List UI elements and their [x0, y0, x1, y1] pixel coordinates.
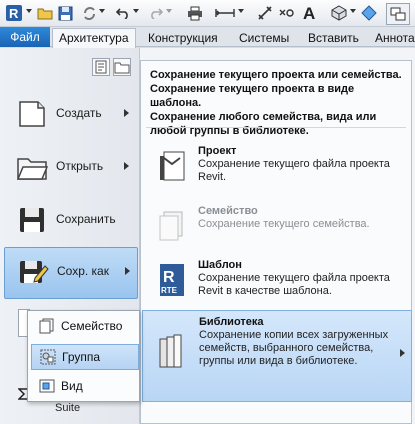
- text-annotation-icon[interactable]: [278, 4, 296, 22]
- menu-item-label: Открыть: [56, 159, 104, 173]
- option-description: Сохранение текущего семейства.: [198, 218, 370, 230]
- submenu-arrow-icon: [125, 267, 130, 275]
- option-title: Проект: [198, 145, 237, 157]
- svg-text:R: R: [163, 269, 175, 286]
- option-title: Библиотека: [199, 316, 264, 328]
- section-icon[interactable]: [360, 4, 378, 22]
- menu-item-save-as[interactable]: Сохр. как: [4, 247, 138, 299]
- tab-annotate[interactable]: Аннота: [369, 29, 415, 47]
- redo-icon[interactable]: [146, 4, 164, 22]
- undo-dropdown-icon[interactable]: [133, 9, 139, 13]
- svg-text:A: A: [303, 5, 315, 21]
- switch-windows-icon[interactable]: [386, 3, 410, 25]
- flyout-item-label: Группа: [62, 350, 101, 364]
- undo-icon[interactable]: [114, 4, 132, 22]
- print-icon[interactable]: [186, 4, 204, 22]
- save-as-template-option[interactable]: R RTE Шаблон Сохранение текущего файла п…: [142, 254, 410, 316]
- menu-item-label: Создать: [56, 106, 102, 120]
- flyout-item-label: Вид: [61, 379, 83, 393]
- menu-item-label: Сохранить: [56, 212, 116, 226]
- option-title: Шаблон: [198, 259, 242, 271]
- save-to-library-flyout: Семейство Группа Вид: [27, 310, 140, 402]
- template-icon: R RTE: [156, 262, 188, 298]
- flyout-item-group[interactable]: Группа: [31, 344, 139, 370]
- sync-dropdown-icon[interactable]: [99, 9, 105, 13]
- 3d-view-icon[interactable]: [330, 4, 348, 22]
- 3d-view-dropdown-icon[interactable]: [350, 9, 356, 13]
- family-icon: [39, 318, 55, 334]
- submenu-arrow-icon: [400, 349, 405, 357]
- option-description: Сохранение копии всех загруженных семейс…: [199, 329, 389, 367]
- sync-icon[interactable]: [80, 4, 98, 22]
- option-description: Сохранение текущего файла проекта Revit.: [198, 158, 390, 183]
- menu-item-save[interactable]: Сохранить: [4, 196, 136, 244]
- recent-documents-icon[interactable]: [92, 58, 110, 76]
- description-line: Сохранение любого семейства, вида или: [150, 111, 377, 123]
- open-folder-icon: [16, 151, 49, 183]
- open-icon[interactable]: [36, 4, 54, 22]
- save-as-library-option[interactable]: Библиотека Сохранение копии всех загруже…: [142, 310, 412, 402]
- tab-structure[interactable]: Конструкция: [142, 29, 224, 47]
- suite-partial-label: Suite: [55, 402, 81, 414]
- flyout-item-view[interactable]: Вид: [31, 374, 137, 398]
- description-line: Сохранение текущего проекта в виде шабло…: [150, 83, 355, 109]
- flyout-item-family[interactable]: Семейство: [31, 314, 137, 338]
- svg-text:RTE: RTE: [161, 286, 178, 295]
- save-disk-icon: [16, 204, 48, 236]
- tab-architecture[interactable]: Архитектура: [52, 28, 136, 48]
- tab-systems[interactable]: Системы: [233, 29, 295, 47]
- project-icon: [156, 148, 188, 184]
- svg-text:R: R: [9, 6, 19, 21]
- measure-dropdown-icon[interactable]: [238, 9, 244, 13]
- save-as-family-option: Семейство Сохранение текущего семейства.: [142, 200, 410, 262]
- revit-logo-icon[interactable]: R: [4, 4, 24, 22]
- text-icon[interactable]: A: [300, 4, 318, 22]
- submenu-arrow-icon: [124, 109, 129, 117]
- tab-insert[interactable]: Вставить: [302, 29, 365, 47]
- group-icon: [40, 349, 56, 365]
- view-icon: [39, 378, 55, 394]
- ribbon-tab-bar: Файл Архитектура Конструкция Системы Вст…: [0, 27, 415, 48]
- dimension-icon[interactable]: [256, 4, 274, 22]
- quick-access-toolbar: R A: [0, 0, 415, 27]
- tab-file[interactable]: Файл: [0, 27, 50, 47]
- save-as-project-option[interactable]: Проект Сохранение текущего файла проекта…: [142, 140, 410, 202]
- library-icon: [157, 333, 189, 369]
- measure-icon[interactable]: [214, 4, 236, 22]
- save-as-icon: [17, 256, 49, 288]
- option-title: Семейство: [198, 205, 258, 217]
- open-documents-icon[interactable]: [113, 58, 131, 76]
- save-icon[interactable]: [56, 4, 74, 22]
- family-icon: [156, 208, 188, 244]
- option-description: Сохранение текущего файла проекта Revit …: [198, 272, 390, 297]
- description-line: Сохранение текущего проекта или семейств…: [150, 69, 402, 81]
- menu-item-label: Сохр. как: [57, 264, 109, 278]
- flyout-item-label: Семейство: [61, 319, 123, 333]
- menu-item-open[interactable]: Открыть: [4, 143, 136, 191]
- menu-item-new[interactable]: Создать: [4, 90, 136, 138]
- separator: [146, 127, 406, 128]
- new-document-icon: [16, 98, 48, 130]
- app-menu-dropdown-icon[interactable]: [26, 9, 32, 13]
- redo-dropdown-icon[interactable]: [166, 9, 172, 13]
- submenu-arrow-icon: [124, 162, 129, 170]
